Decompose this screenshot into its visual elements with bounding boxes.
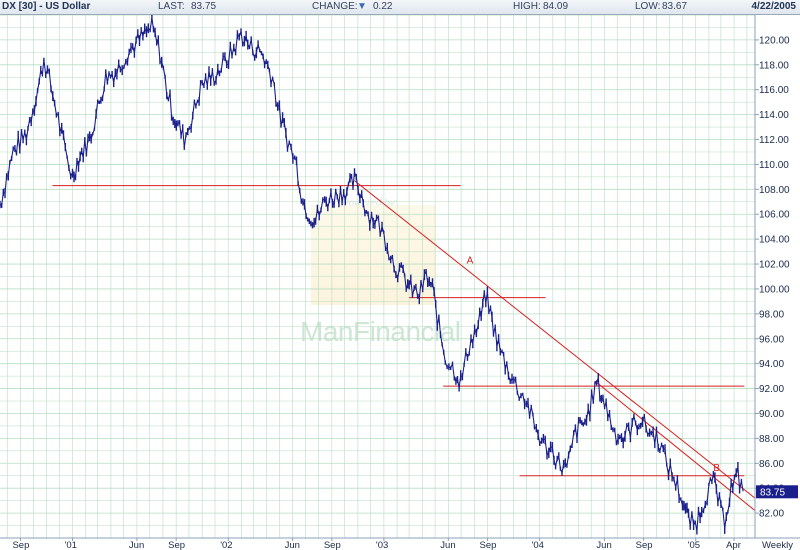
y-tick-label: 108.00 bbox=[759, 185, 790, 196]
y-tick-label: 90.00 bbox=[759, 409, 784, 420]
y-tick-label: 86.00 bbox=[759, 459, 784, 470]
y-tick-label: 100.00 bbox=[759, 284, 790, 295]
x-tick-label: '02 bbox=[220, 540, 232, 550]
x-tick-label: Jun bbox=[596, 540, 611, 550]
x-tick-label: Apr bbox=[726, 540, 741, 550]
trendline-b bbox=[594, 380, 756, 511]
change-value: 0.22 bbox=[373, 1, 393, 12]
low-value: 83.67 bbox=[662, 1, 688, 12]
last-price-label: 83.75 bbox=[760, 487, 785, 498]
period-label: Weekly bbox=[762, 540, 793, 550]
high-value: 84.09 bbox=[543, 1, 569, 12]
x-tick-label: '04 bbox=[532, 540, 544, 550]
x-tick-label: Jun bbox=[285, 540, 300, 550]
x-tick-label: Sep bbox=[12, 540, 29, 550]
y-tick-label: 110.00 bbox=[759, 160, 789, 171]
x-tick-label: '03 bbox=[376, 540, 388, 550]
low-label: LOW: bbox=[635, 1, 661, 12]
trendline-a bbox=[354, 180, 756, 499]
x-tick-label: '05 bbox=[688, 540, 700, 550]
y-tick-label: 102.00 bbox=[759, 260, 790, 271]
chart-root: Powered by: ManFinancial AB 82.0084.0086… bbox=[0, 0, 800, 550]
price-chart: AB 82.0084.0086.0088.0090.0092.0094.0096… bbox=[0, 14, 800, 550]
x-tick-label: Jun bbox=[440, 540, 455, 550]
symbol-title: DX [30] - US Dollar bbox=[2, 1, 91, 12]
x-tick-label: Jun bbox=[129, 540, 144, 550]
quote-header-bar: DX [30] - US Dollar LAST: 83.75 CHANGE: … bbox=[0, 0, 800, 15]
y-tick-label: 104.00 bbox=[759, 235, 790, 246]
trendline-label-a: A bbox=[467, 256, 474, 267]
high-label: HIGH: bbox=[513, 1, 541, 12]
x-tick-label: '01 bbox=[65, 540, 77, 550]
y-tick-label: 120.00 bbox=[759, 35, 790, 46]
change-down-arrow-icon: ▼ bbox=[357, 1, 367, 12]
y-tick-label: 94.00 bbox=[759, 359, 784, 370]
y-tick-label: 96.00 bbox=[759, 334, 784, 345]
x-tick-label: Sep bbox=[324, 540, 341, 550]
y-tick-label: 98.00 bbox=[759, 309, 784, 320]
y-tick-label: 118.00 bbox=[759, 60, 789, 71]
x-tick-label: Sep bbox=[480, 540, 497, 550]
y-tick-label: 116.00 bbox=[759, 85, 789, 96]
y-tick-label: 82.00 bbox=[759, 509, 784, 520]
y-tick-label: 106.00 bbox=[759, 210, 790, 221]
quote-date: 4/22/2005 bbox=[751, 1, 797, 12]
y-tick-label: 114.00 bbox=[759, 110, 789, 121]
trendline-label-b: B bbox=[713, 463, 720, 474]
y-tick-label: 112.00 bbox=[759, 135, 789, 146]
last-label: LAST: bbox=[158, 1, 185, 12]
x-tick-label: Sep bbox=[168, 540, 185, 550]
change-label: CHANGE: bbox=[312, 1, 358, 12]
last-value: 83.75 bbox=[191, 1, 217, 12]
y-tick-label: 88.00 bbox=[759, 434, 784, 445]
x-tick-label: Sep bbox=[636, 540, 653, 550]
y-tick-label: 92.00 bbox=[759, 384, 784, 395]
